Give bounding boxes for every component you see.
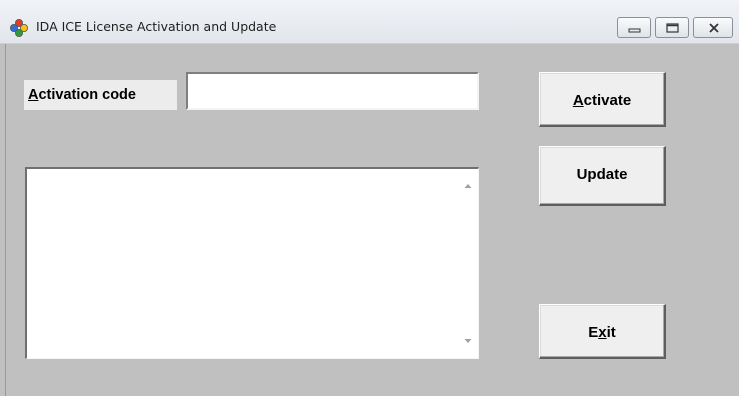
scroll-down-arrow-icon[interactable] xyxy=(461,334,475,348)
title-bar[interactable]: IDA ICE License Activation and Update xyxy=(0,0,739,44)
activate-mnemonic: A xyxy=(572,92,584,109)
minimize-icon xyxy=(628,28,641,33)
scroll-up-arrow-icon[interactable] xyxy=(461,179,475,193)
activation-code-label-text: ctivation code xyxy=(38,87,136,103)
activation-code-mnemonic: A xyxy=(28,87,39,103)
close-button[interactable] xyxy=(693,17,733,38)
maximize-button[interactable] xyxy=(655,17,689,38)
update-button[interactable]: Update xyxy=(539,146,666,206)
activation-code-label: Activation code xyxy=(24,80,177,110)
activate-button[interactable]: Activate xyxy=(539,72,666,127)
window-title: IDA ICE License Activation and Update xyxy=(36,19,277,34)
exit-mnemonic: x xyxy=(598,324,607,341)
maximize-icon xyxy=(666,23,679,33)
exit-button-label: Exit xyxy=(540,305,664,360)
log-textarea[interactable] xyxy=(25,167,479,359)
window-left-edge xyxy=(0,44,6,396)
exit-button[interactable]: Exit xyxy=(539,304,666,359)
activation-code-input[interactable] xyxy=(186,72,479,110)
close-icon xyxy=(709,23,719,33)
vertical-scrollbar[interactable] xyxy=(461,173,475,354)
activate-button-label: Activate xyxy=(540,73,664,128)
exit-label-post: it xyxy=(606,324,616,341)
minimize-button[interactable] xyxy=(617,17,651,38)
activate-label-text: ctivate xyxy=(583,92,632,109)
exit-label-pre: E xyxy=(588,324,599,341)
app-icon xyxy=(10,19,28,37)
update-button-label: Update xyxy=(576,166,628,183)
